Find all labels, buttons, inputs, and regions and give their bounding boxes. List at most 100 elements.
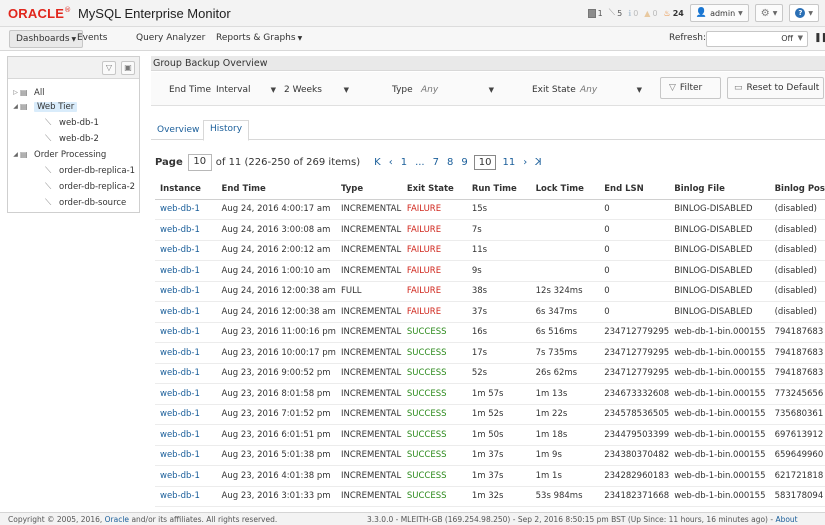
instance-link[interactable]: web-db-1 — [155, 240, 217, 261]
tree-item-web-db-1[interactable]: ⟍ web-db-1 — [45, 116, 99, 129]
info-count[interactable]: ℹ 0 — [628, 9, 638, 18]
nav-reports-graphs[interactable]: Reports & Graphs ▼ — [216, 33, 302, 43]
tree-item-order-db-source[interactable]: ⟍ order-db-source — [45, 196, 126, 209]
expand-arrow-icon[interactable]: ▷ — [11, 89, 20, 96]
instance-link[interactable]: web-db-1 — [155, 363, 217, 384]
top-header: ORACLE® MySQL Enterprise Monitor 1 ⟍ 5 ℹ… — [0, 0, 825, 27]
column-header[interactable]: Lock Time — [530, 179, 600, 200]
type-select[interactable]: Any ▼ — [421, 80, 496, 98]
instance-link[interactable]: web-db-1 — [155, 465, 217, 487]
page-link-7[interactable]: 7 — [433, 157, 439, 168]
prev-page-icon[interactable]: ‹ — [389, 157, 393, 168]
first-page-icon[interactable]: K — [374, 157, 381, 168]
last-page-icon[interactable]: K — [535, 157, 542, 168]
tree-item-order-db-replica-2[interactable]: ⟍ order-db-replica-2 — [45, 180, 135, 193]
instance-link[interactable]: web-db-1 — [155, 219, 217, 241]
user-icon: 👤 — [695, 8, 708, 18]
page-link-1[interactable]: 1 — [401, 157, 407, 168]
instance-link[interactable]: web-db-1 — [155, 486, 217, 507]
end-time-cell: Aug 24, 2016 1:00:10 am — [216, 260, 336, 282]
column-header[interactable]: End Time — [216, 179, 336, 200]
tree-item-order-db-replica-1[interactable]: ⟍ order-db-replica-1 — [45, 164, 135, 177]
end-lsn-cell: 0 — [599, 260, 670, 282]
lock-time-cell: 53s 984ms — [530, 486, 600, 507]
tree-item-web-db-2[interactable]: ⟍ web-db-2 — [45, 132, 99, 145]
table-row: web-db-1 Aug 23, 2016 10:00:17 pm INCREMEN… — [155, 342, 825, 364]
column-header[interactable]: Type — [335, 179, 402, 200]
end-time-cell: Aug 23, 2016 11:00:16 pm — [216, 322, 336, 343]
interval-select[interactable]: Interval ▼ — [216, 80, 278, 98]
server-count[interactable]: 1 — [587, 8, 603, 18]
tab-overview[interactable]: Overview — [151, 122, 205, 141]
type-cell: INCREMENTAL — [335, 219, 402, 241]
instance-link[interactable]: web-db-1 — [155, 322, 217, 343]
page-number-input[interactable]: 10 — [187, 153, 212, 171]
tree-item-order-processing[interactable]: ◢ ▤ Order Processing — [11, 148, 106, 161]
filter-button[interactable]: ▽ Filter — [660, 77, 721, 99]
column-header[interactable]: Instance — [155, 179, 217, 200]
type-cell: INCREMENTAL — [335, 404, 402, 425]
reset-default-button[interactable]: ▭ Reset to Default — [727, 77, 824, 99]
filter-icon[interactable]: ▽ — [102, 61, 116, 75]
tree-item-web-tier[interactable]: ◢ ▤ Web Tier — [11, 100, 78, 113]
instance-link[interactable]: web-db-1 — [155, 301, 217, 323]
lock-time-cell: 26s 62ms — [530, 363, 600, 384]
tree-item-all[interactable]: ▷ ▤ All — [11, 86, 44, 99]
instance-link[interactable]: web-db-1 — [155, 404, 217, 425]
type-label: Type — [392, 85, 413, 95]
collapse-arrow-icon[interactable]: ◢ — [11, 103, 20, 110]
exit-state-cell: SUCCESS — [401, 363, 467, 384]
run-time-cell: 52s — [466, 363, 531, 384]
page-link-9[interactable]: 9 — [461, 157, 467, 168]
lock-time-cell: 6s 347ms — [530, 301, 600, 323]
table-row: web-db-1 Aug 23, 2016 11:00:16 pm INCREMEN… — [155, 322, 825, 343]
instance-link[interactable]: web-db-1 — [155, 281, 217, 302]
user-menu[interactable]: 👤 admin ▼ — [689, 4, 749, 22]
binlog-file-cell: web-db-1-bin.000155 — [669, 404, 770, 425]
about-link[interactable]: About — [775, 515, 797, 524]
page-link-11[interactable]: 11 — [502, 157, 515, 168]
instance-link[interactable]: web-db-1 — [155, 383, 217, 405]
settings-menu[interactable]: ⚙ ▼ — [754, 4, 784, 22]
end-time-cell: Aug 23, 2016 7:01:52 pm — [216, 404, 336, 425]
table-row: web-db-1 Aug 23, 2016 5:01:38 pm INCREMENT… — [155, 445, 825, 466]
pulse-count[interactable]: ⟍ 5 — [609, 8, 622, 18]
range-select[interactable]: 2 Weeks ▼ — [284, 80, 351, 98]
help-menu[interactable]: ? ▼ — [789, 4, 819, 22]
next-page-icon[interactable]: › — [523, 157, 527, 168]
end-lsn-cell: 234182371668 — [599, 486, 670, 507]
type-cell: INCREMENTAL — [335, 322, 402, 343]
refresh-select[interactable]: Off ▼ — [706, 31, 808, 47]
instance-link[interactable]: web-db-1 — [155, 199, 217, 220]
critical-count[interactable]: ♨ 24 — [664, 9, 684, 18]
oracle-link[interactable]: Oracle — [105, 515, 129, 524]
instance-link[interactable]: web-db-1 — [155, 424, 217, 446]
nav-query-analyzer[interactable]: Query Analyzer — [136, 33, 205, 43]
column-header[interactable]: End LSN — [599, 179, 670, 200]
binlog-file-cell: BINLOG-DISABLED — [669, 199, 770, 220]
end-time-cell: Aug 23, 2016 10:00:17 pm — [216, 342, 336, 364]
binlog-file-cell: web-db-1-bin.000155 — [669, 322, 770, 343]
pause-button[interactable]: ❚❚ — [814, 33, 825, 43]
page-title: Group Backup Overview — [151, 56, 825, 71]
instance-link[interactable]: web-db-1 — [155, 342, 217, 364]
collapse-arrow-icon[interactable]: ◢ — [11, 151, 20, 158]
nav-events[interactable]: Events — [77, 33, 107, 43]
page-link-8[interactable]: 8 — [447, 157, 453, 168]
tab-history[interactable]: History — [203, 120, 250, 141]
warning-count[interactable]: ▲ 0 — [644, 9, 657, 18]
chevron-down-icon: ▼ — [488, 86, 494, 94]
column-header[interactable]: Binlog File — [669, 179, 770, 200]
nav-dashboards[interactable]: Dashboards ▼ — [9, 30, 84, 48]
column-header[interactable]: Exit State — [401, 179, 467, 200]
instance-link[interactable]: web-db-1 — [155, 445, 217, 466]
binlog-file-cell: web-db-1-bin.000155 — [669, 363, 770, 384]
chevron-down-icon: ▼ — [636, 86, 642, 94]
exit-state-select[interactable]: Any ▼ — [580, 80, 644, 98]
collapse-icon[interactable]: ▣ — [121, 61, 135, 75]
end-lsn-cell: 234282960183 — [599, 465, 670, 487]
oracle-logo: ORACLE — [8, 6, 65, 21]
column-header[interactable]: Run Time — [466, 179, 531, 200]
instance-link[interactable]: web-db-1 — [155, 260, 217, 282]
column-header[interactable]: Binlog Pos — [769, 179, 825, 200]
